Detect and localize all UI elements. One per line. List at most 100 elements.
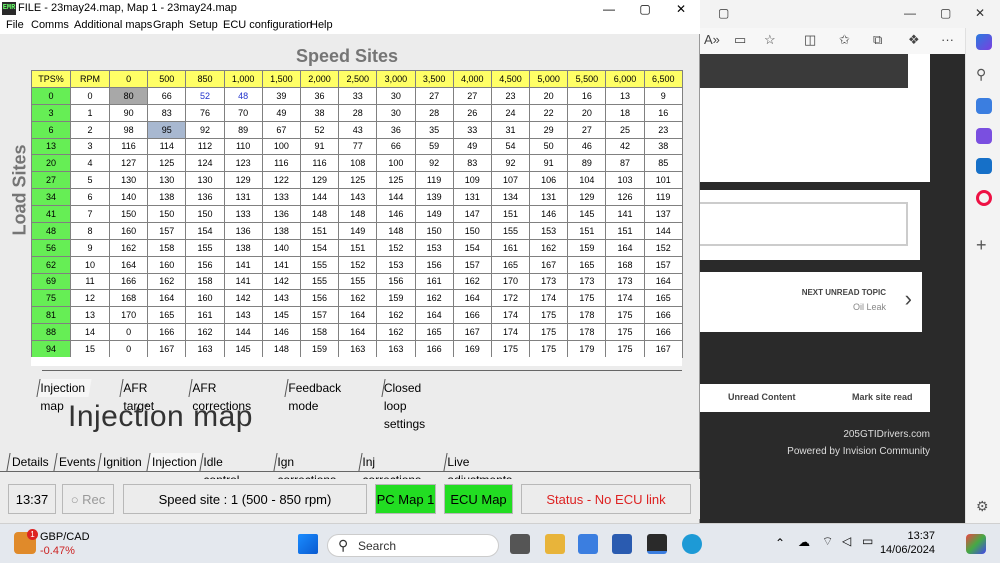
file-explorer-icon[interactable] (545, 534, 565, 554)
map-cell[interactable]: 143 (223, 306, 263, 325)
map-cell[interactable]: 151 (338, 238, 378, 257)
map-cell[interactable]: 30 (376, 103, 416, 122)
map-cell[interactable]: 50 (529, 137, 569, 156)
map-cell[interactable]: 150 (452, 221, 492, 240)
map-cell[interactable]: 29 (529, 120, 569, 139)
map-cell[interactable]: 153 (529, 221, 569, 240)
map-cell[interactable]: 143 (338, 188, 378, 206)
tps-header[interactable]: 27 (31, 171, 71, 190)
read-aloud-icon[interactable]: A» (704, 32, 720, 47)
minimize-button[interactable]: — (591, 0, 627, 18)
map-cell[interactable]: 164 (643, 272, 683, 291)
map-cell[interactable]: 162 (376, 323, 416, 341)
map-cell[interactable]: 116 (108, 137, 149, 156)
map-cell[interactable]: 161 (414, 272, 454, 291)
map-cell[interactable]: 92 (490, 154, 531, 173)
rpm-header[interactable]: 2,000 (299, 70, 340, 88)
map-cell[interactable]: 157 (452, 255, 492, 274)
map-cell[interactable]: 110 (223, 137, 263, 156)
map-cell[interactable]: 27 (567, 120, 607, 139)
map-cell[interactable]: 152 (643, 238, 683, 257)
tab-actions-icon[interactable]: ▢ (718, 6, 729, 20)
map-cell[interactable]: 106 (529, 171, 569, 190)
map-cell[interactable]: 159 (299, 340, 340, 358)
map-cell[interactable]: 164 (605, 238, 645, 257)
copilot-icon[interactable] (976, 34, 992, 50)
map-cell[interactable]: 166 (643, 323, 683, 341)
map-cell[interactable]: 35 (414, 120, 454, 139)
map-cell[interactable]: 123 (223, 154, 263, 173)
tab-details[interactable]: Details (6, 453, 54, 471)
map-cell[interactable]: 59 (414, 137, 454, 156)
map-cell[interactable]: 129 (567, 188, 607, 206)
map-cell[interactable]: 24 (490, 103, 531, 122)
map-cell[interactable]: 164 (338, 306, 378, 325)
map-cell[interactable]: 76 (185, 103, 225, 122)
map-cell[interactable]: 164 (414, 306, 454, 325)
immersive-reader-icon[interactable]: ▭ (734, 32, 746, 48)
map-cell[interactable]: 175 (605, 306, 645, 325)
map-cell[interactable]: 174 (529, 289, 569, 308)
map-cell[interactable]: 167 (452, 323, 492, 341)
map-cell[interactable]: 155 (338, 272, 378, 291)
rpm-header[interactable]: 1,500 (261, 70, 301, 88)
map-cell[interactable]: 168 (605, 255, 645, 274)
map-cell[interactable]: 158 (147, 238, 187, 257)
map-cell[interactable]: 153 (414, 238, 454, 257)
map-cell[interactable]: 139 (414, 188, 454, 206)
ecu-map-indicator[interactable]: ECU Map 1 (444, 484, 513, 537)
rpm-header[interactable]: 4,000 (452, 70, 492, 88)
map-cell[interactable]: 155 (490, 221, 531, 240)
map-cell[interactable]: 134 (490, 188, 531, 206)
map-cell[interactable]: 116 (299, 154, 340, 173)
map-cell[interactable]: 148 (261, 340, 301, 358)
favorite-star-icon[interactable]: ☆ (764, 32, 776, 48)
map-cell[interactable]: 141 (605, 205, 645, 223)
map-cell[interactable]: 125 (376, 171, 416, 190)
map-cell[interactable]: 108 (338, 154, 378, 173)
map-cell[interactable]: 146 (376, 205, 416, 223)
map-cell[interactable]: 179 (567, 340, 607, 358)
map-cell[interactable]: 150 (108, 205, 149, 223)
map-cell[interactable]: 175 (529, 340, 569, 358)
extensions-icon[interactable]: ❖ (908, 32, 920, 48)
map-cell[interactable]: 151 (299, 221, 340, 240)
map-cell[interactable]: 54 (490, 137, 531, 156)
map-cell[interactable]: 109 (452, 171, 492, 190)
taskbar-search[interactable]: ⚲ Search (327, 534, 499, 557)
rpm-header[interactable]: 2,500 (338, 70, 378, 88)
map-cell[interactable]: 148 (376, 221, 416, 240)
settings-gear-icon[interactable]: ⚙ (976, 498, 992, 514)
next-topic-link[interactable]: Oil Leak (853, 302, 886, 312)
close-icon[interactable]: ✕ (975, 6, 985, 20)
map-cell[interactable]: 166 (108, 272, 149, 291)
copilot-taskbar-icon[interactable] (966, 534, 986, 554)
map-cell[interactable]: 165 (490, 255, 531, 274)
rpm-header[interactable]: 500 (147, 70, 187, 88)
map-cell[interactable]: 158 (185, 272, 225, 291)
map-cell[interactable]: 129 (299, 171, 340, 190)
map-cell[interactable]: 25 (605, 120, 645, 139)
map-cell[interactable]: 91 (529, 154, 569, 173)
map-cell[interactable]: 89 (567, 154, 607, 173)
ticker-symbol[interactable]: GBP/CAD (40, 531, 90, 543)
map-cell[interactable]: 155 (185, 238, 225, 257)
clock-date[interactable]: 14/06/2024 (870, 544, 935, 556)
map-cell[interactable]: 142 (261, 272, 301, 291)
map-cell[interactable]: 157 (643, 255, 683, 274)
tps-header[interactable]: 62 (31, 255, 71, 274)
map-cell[interactable]: 140 (261, 238, 301, 257)
map-cell[interactable]: 162 (147, 272, 187, 291)
map-cell[interactable]: 9 (643, 86, 683, 105)
map-cell[interactable]: 164 (147, 289, 187, 308)
favorites-icon[interactable]: ✩ (839, 32, 850, 48)
map-cell[interactable]: 175 (529, 306, 569, 325)
rec-button[interactable]: ○ Rec (62, 484, 114, 514)
map-cell[interactable]: 131 (223, 188, 263, 206)
map-cell[interactable]: 162 (185, 323, 225, 341)
rpm-header[interactable]: 850 (185, 70, 225, 88)
map-cell[interactable]: 148 (338, 205, 378, 223)
map-cell[interactable]: 48 (223, 86, 263, 105)
map-cell[interactable]: 151 (567, 221, 607, 240)
map-cell[interactable]: 22 (529, 103, 569, 122)
